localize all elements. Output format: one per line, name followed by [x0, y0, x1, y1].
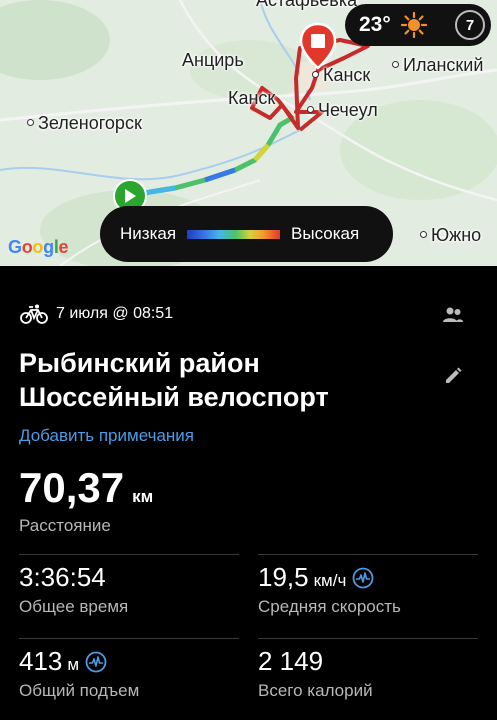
activity-date: 7 июля @ 08:51 — [56, 305, 174, 322]
activity-meta: 7 июля @ 08:51 — [20, 304, 173, 324]
legend-gradient-bar — [187, 229, 281, 239]
distance-label: Расстояние — [19, 516, 111, 535]
route-map[interactable]: Астафьевка Анцирь Канск Иланский Канск Ч… — [0, 0, 497, 266]
activity-title: Рыбинский район Шоссейный велоспорт — [19, 346, 419, 414]
finish-pin-icon[interactable] — [298, 22, 338, 70]
map-label-ancir: Анцирь — [182, 50, 244, 70]
group-icon[interactable] — [442, 306, 464, 324]
city-dot-icon — [307, 105, 314, 113]
edit-pencil-icon[interactable] — [443, 366, 463, 386]
add-notes-link[interactable]: Добавить примечания — [19, 426, 194, 446]
map-label-top: Астафьевка — [256, 0, 358, 10]
stat-total-time: 3:36:54 Общее время — [19, 562, 129, 616]
weather-badge[interactable]: 23° 7 — [345, 4, 491, 46]
sun-icon — [400, 12, 427, 38]
divider — [19, 638, 239, 639]
city-dot-icon — [420, 230, 427, 238]
stat-calories: 2 149 Всего калорий — [258, 646, 373, 700]
heart-rate-icon[interactable] — [85, 651, 107, 673]
legend-low-label: Низкая — [120, 224, 177, 243]
city-dot-icon — [27, 118, 34, 126]
city-dot-icon — [312, 70, 319, 78]
map-label-ilansky: Иланский — [392, 55, 483, 76]
map-label-kansk-route: Канск — [228, 88, 276, 108]
city-dot-icon — [392, 60, 399, 68]
stat-avg-speed: 19,5 км/ч Средняя скорость — [258, 562, 401, 616]
activity-details: 7 июля @ 08:51 Рыбинский район Шоссейный… — [0, 266, 497, 720]
activity-title-line2: Шоссейный велоспорт — [19, 382, 329, 412]
divider — [258, 638, 478, 639]
activity-title-line1: Рыбинский район — [19, 348, 260, 378]
speed-legend: Низкая Высокая — [100, 206, 393, 262]
distance-value: 70,37 км — [19, 464, 154, 511]
map-label-yuzhno: Южно — [420, 225, 481, 246]
legend-high-label: Высокая — [291, 224, 360, 243]
map-label-zelenogorsk: Зеленогорск — [27, 113, 142, 134]
divider — [19, 554, 239, 555]
wind-compass-icon: 7 — [455, 10, 485, 40]
bicycle-icon — [20, 304, 48, 324]
temperature: 23° — [359, 13, 391, 36]
google-logo: Google — [8, 237, 69, 257]
heart-rate-icon[interactable] — [352, 567, 374, 589]
map-label-checheul: Чечеул — [307, 100, 378, 121]
divider — [258, 554, 478, 555]
stat-elevation-gain: 413 м Общий подъем — [19, 646, 140, 700]
